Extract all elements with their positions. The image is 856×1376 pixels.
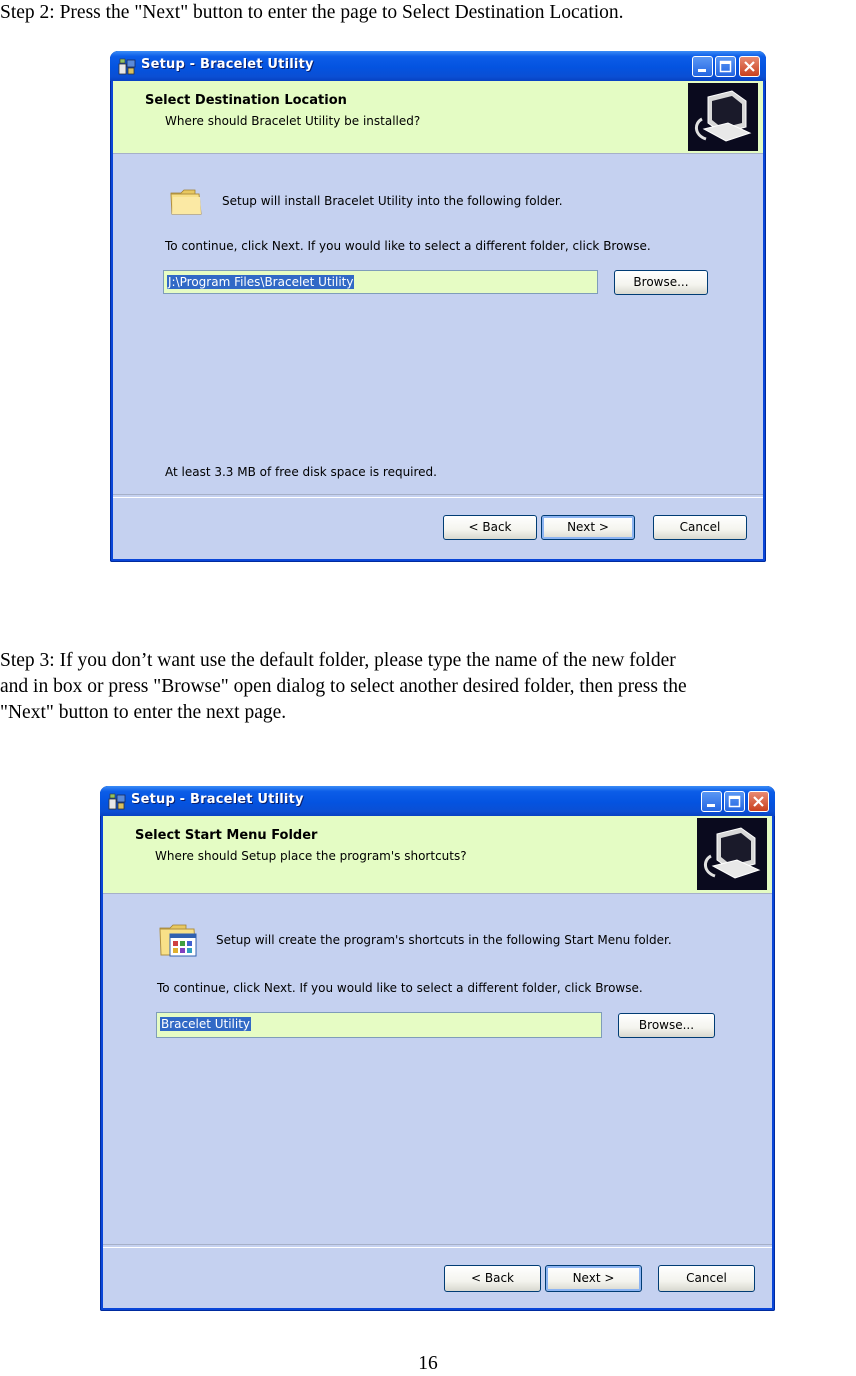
close-icon	[744, 61, 755, 72]
setup-dialog-destination: Setup - Bracelet Utility Select Destinat…	[110, 51, 766, 562]
cancel-button[interactable]: Cancel	[653, 515, 747, 540]
intro-text: Setup will create the program's shortcut…	[216, 933, 672, 947]
window-title: Setup - Bracelet Utility	[141, 57, 314, 72]
title-bar[interactable]: Setup - Bracelet Utility	[100, 786, 775, 816]
header-title: Select Destination Location	[145, 93, 347, 108]
header-title: Select Start Menu Folder	[135, 828, 318, 843]
maximize-button[interactable]	[715, 56, 736, 77]
close-icon	[753, 796, 764, 807]
step3-line2: and in box or press "Browse" open dialog…	[0, 676, 687, 697]
intro-text: Setup will install Bracelet Utility into…	[222, 194, 563, 208]
minimize-button[interactable]	[701, 791, 722, 812]
minimize-button[interactable]	[692, 56, 713, 77]
instruction-text: To continue, click Next. If you would li…	[157, 981, 643, 995]
minimize-icon	[707, 804, 715, 807]
maximize-icon	[728, 795, 741, 808]
disk-space-text: At least 3.3 MB of free disk space is re…	[165, 465, 437, 479]
start-menu-folder-input[interactable]: Bracelet Utility	[156, 1012, 602, 1038]
close-button[interactable]	[748, 791, 769, 812]
wizard-header: Select Destination Location Where should…	[113, 81, 763, 154]
folder-value: Bracelet Utility	[160, 1017, 252, 1031]
dialog-client: Select Start Menu Folder Where should Se…	[103, 816, 772, 1308]
computer-install-icon	[697, 818, 767, 890]
header-subtitle: Where should Setup place the program's s…	[155, 849, 467, 863]
path-value: J:\Program Files\Bracelet Utility	[167, 275, 355, 289]
next-button[interactable]: Next >	[545, 1265, 642, 1292]
step2-text: Step 2: Press the "Next" button to enter…	[0, 2, 624, 23]
step3-line1: Step 3: If you don’t want use the defaul…	[0, 650, 676, 671]
maximize-icon	[719, 60, 732, 73]
wizard-header: Select Start Menu Folder Where should Se…	[103, 816, 772, 894]
computer-install-icon	[688, 83, 758, 151]
minimize-icon	[698, 69, 706, 72]
setup-dialog-start-menu: Setup - Bracelet Utility Select Start Me…	[100, 786, 775, 1311]
browse-button[interactable]: Browse...	[614, 270, 708, 295]
maximize-button[interactable]	[724, 791, 745, 812]
folder-icon	[170, 189, 202, 215]
browse-button[interactable]: Browse...	[618, 1013, 715, 1038]
button-divider	[113, 494, 763, 498]
back-button[interactable]: < Back	[444, 1265, 541, 1292]
close-button[interactable]	[739, 56, 760, 77]
back-button[interactable]: < Back	[443, 515, 537, 540]
page-number: 16	[418, 1353, 438, 1374]
setup-app-icon	[108, 793, 126, 810]
instruction-text: To continue, click Next. If you would li…	[165, 239, 651, 253]
setup-app-icon	[118, 58, 136, 75]
step3-text: Step 3: If you don’t want use the defaul…	[0, 648, 856, 726]
start-menu-folder-icon	[159, 924, 197, 957]
dialog-client: Select Destination Location Where should…	[113, 81, 763, 559]
button-divider	[103, 1244, 772, 1248]
next-button[interactable]: Next >	[541, 515, 635, 540]
cancel-button[interactable]: Cancel	[658, 1265, 755, 1292]
header-subtitle: Where should Bracelet Utility be install…	[165, 114, 421, 128]
destination-path-input[interactable]: J:\Program Files\Bracelet Utility	[163, 270, 598, 294]
step3-line3: "Next" button to enter the next page.	[0, 702, 287, 723]
window-title: Setup - Bracelet Utility	[131, 792, 304, 807]
title-bar[interactable]: Setup - Bracelet Utility	[110, 51, 766, 81]
